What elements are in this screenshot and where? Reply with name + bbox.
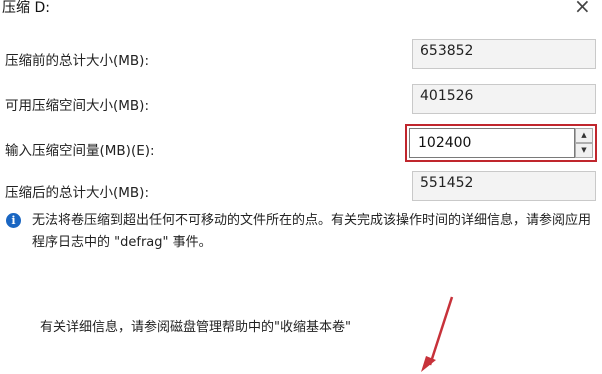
arrow-annotation: [421, 296, 454, 372]
